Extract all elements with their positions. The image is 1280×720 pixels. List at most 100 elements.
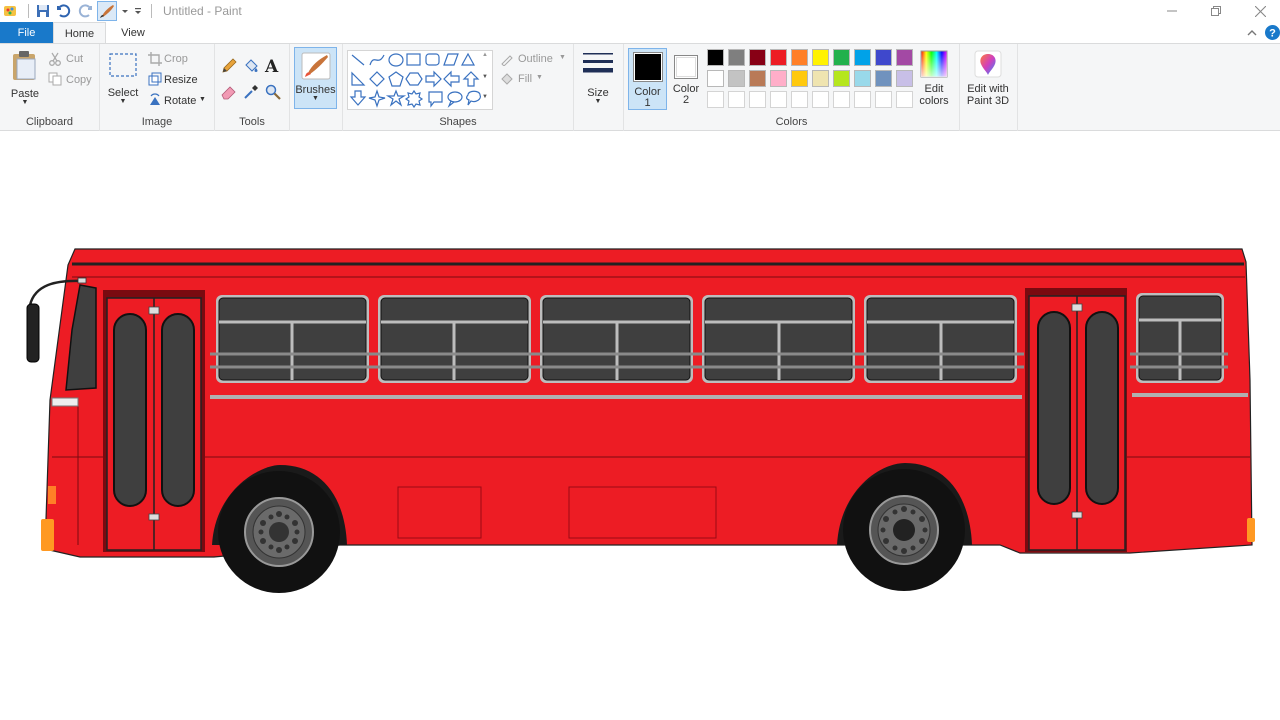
tab-file[interactable]: File [0, 22, 53, 44]
bus-drawing [26, 248, 1255, 593]
palette-swatch[interactable] [812, 49, 829, 66]
brush-icon [301, 52, 330, 80]
palette-custom-slot[interactable] [812, 91, 829, 108]
colors-group: Color 1 Color 2 Edit colors Colors [624, 44, 960, 131]
copy-icon [48, 72, 62, 86]
drawing-canvas[interactable] [0, 131, 1280, 720]
palette-custom-slot[interactable] [854, 91, 871, 108]
palette-custom-slot[interactable] [875, 91, 892, 108]
front-door [103, 290, 205, 552]
side-mirror [26, 303, 40, 363]
restore-button[interactable] [1194, 0, 1238, 22]
fill-dropdown-icon[interactable]: ▼ [536, 74, 543, 81]
edit-colors-button[interactable]: Edit colors [917, 50, 951, 110]
cut-button[interactable]: Cut [66, 53, 83, 65]
window-5 [864, 295, 1017, 383]
front-grille [51, 397, 79, 407]
tab-view[interactable]: View [108, 22, 158, 44]
shapes-scroll-down-icon[interactable]: ▼ [482, 74, 488, 80]
minimize-button[interactable] [1150, 0, 1194, 22]
brush-quick-icon[interactable] [97, 1, 117, 21]
eraser-icon[interactable] [221, 84, 237, 100]
outline-button[interactable]: Outline [518, 53, 553, 65]
image-group-label: Image [141, 116, 173, 128]
quick-access-overflow-icon[interactable] [133, 2, 143, 20]
brushes-button[interactable]: Brushes ▼ [294, 47, 337, 109]
pencil-icon[interactable] [221, 58, 237, 74]
help-icon[interactable]: ? [1265, 25, 1280, 40]
redo-icon[interactable] [76, 2, 94, 20]
palette-swatch[interactable] [875, 70, 892, 87]
undo-icon[interactable] [55, 2, 73, 20]
palette-swatch[interactable] [875, 49, 892, 66]
copy-button[interactable]: Copy [66, 74, 92, 86]
color1-frame [632, 52, 663, 82]
palette-custom-slot[interactable] [833, 91, 850, 108]
edit-colors-icon [920, 50, 948, 78]
palette-custom-slot[interactable] [749, 91, 766, 108]
crop-button[interactable]: Crop [164, 53, 188, 65]
palette-swatch[interactable] [749, 49, 766, 66]
palette-custom-slot[interactable] [896, 91, 913, 108]
palette-swatch[interactable] [770, 49, 787, 66]
palette-custom-slot[interactable] [707, 91, 724, 108]
paste-icon [13, 51, 36, 80]
palette-swatch[interactable] [833, 70, 850, 87]
palette-swatch[interactable] [770, 70, 787, 87]
resize-button[interactable]: Resize [164, 74, 198, 86]
outline-icon [500, 52, 514, 67]
palette-swatch[interactable] [791, 49, 808, 66]
color1-button[interactable]: Color 1 [628, 48, 667, 110]
color2-button[interactable]: Color 2 [671, 48, 701, 110]
ribbon: Paste ▼ Cut Copy Clipboard Select ▼ Crop… [0, 43, 1280, 131]
shapes-scroll-up-icon[interactable]: ▲ [482, 52, 488, 58]
fill-bucket-icon[interactable] [243, 58, 259, 74]
outline-dropdown-icon[interactable]: ▼ [559, 54, 566, 61]
palette-swatch[interactable] [833, 49, 850, 66]
palette-swatch[interactable] [707, 70, 724, 87]
color-palette [707, 49, 917, 111]
edit-colors-label-1: Edit [924, 83, 944, 95]
collapse-ribbon-icon[interactable] [1246, 27, 1258, 39]
palette-swatch[interactable] [812, 70, 829, 87]
tools-group-label: Tools [239, 116, 265, 128]
palette-swatch[interactable] [896, 49, 913, 66]
save-icon[interactable] [34, 2, 52, 20]
palette-custom-slot[interactable] [791, 91, 808, 108]
color-picker-icon[interactable] [243, 84, 259, 100]
size-button[interactable]: Size ▼ [580, 50, 616, 110]
close-button[interactable] [1238, 0, 1280, 22]
palette-swatch[interactable] [707, 49, 724, 66]
select-button[interactable]: Select ▼ [106, 52, 140, 110]
rear-door [1025, 288, 1127, 552]
crop-icon [148, 52, 162, 66]
side-indicator [48, 486, 56, 504]
size-dropdown-icon: ▼ [594, 98, 602, 105]
paint-app-icon[interactable] [2, 2, 20, 20]
customize-dropdown-icon[interactable] [120, 2, 130, 20]
palette-swatch[interactable] [791, 70, 808, 87]
paste-button[interactable]: Paste ▼ [6, 50, 44, 110]
tools-group: A Tools [215, 44, 290, 131]
shapes-expand-icon[interactable]: ▼ [482, 94, 488, 100]
tab-home[interactable]: Home [53, 22, 106, 44]
palette-swatch[interactable] [749, 70, 766, 87]
paint3d-label-1: Edit with [967, 83, 1009, 95]
size-icon [583, 53, 613, 73]
text-tool-icon[interactable]: A [265, 57, 283, 77]
palette-swatch[interactable] [728, 70, 745, 87]
palette-custom-slot[interactable] [770, 91, 787, 108]
edit-with-paint3d-button[interactable]: Edit with Paint 3D [962, 50, 1014, 110]
magnifier-icon[interactable] [265, 84, 281, 100]
palette-custom-slot[interactable] [728, 91, 745, 108]
palette-swatch[interactable] [854, 70, 871, 87]
fill-button[interactable]: Fill [518, 73, 532, 85]
palette-swatch[interactable] [896, 70, 913, 87]
brushes-dropdown-icon: ▼ [312, 95, 319, 102]
rotate-dropdown-icon[interactable]: ▼ [199, 96, 206, 103]
palette-swatch[interactable] [728, 49, 745, 66]
palette-swatch[interactable] [854, 49, 871, 66]
cut-icon [48, 52, 62, 66]
shapes-gallery[interactable] [347, 50, 493, 110]
rotate-button[interactable]: Rotate [164, 95, 196, 107]
